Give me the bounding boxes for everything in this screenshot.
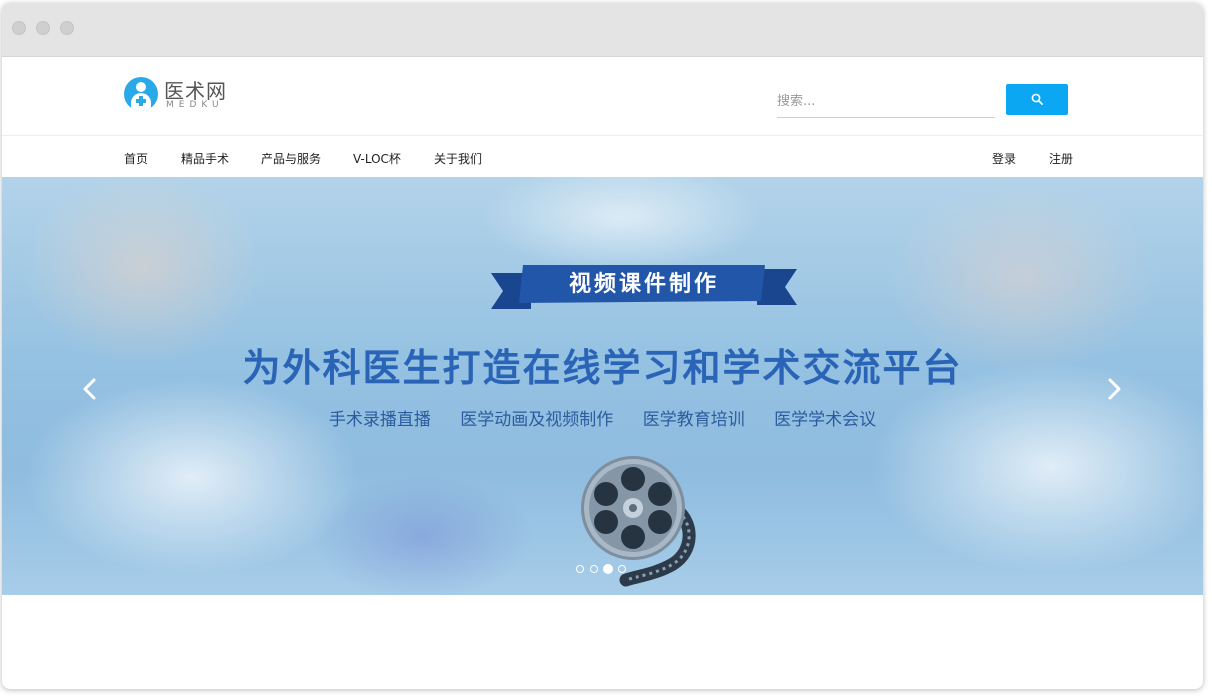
service-label: 手术录播直播: [328, 410, 431, 430]
carousel-indicators: [576, 564, 636, 575]
browser-window: 医术网 MEDKU 首页 精品手术 产品与服务 V-LOC杯 关于我们 登录 注…: [2, 3, 1203, 689]
search-button[interactable]: [1006, 84, 1068, 115]
search-input[interactable]: [777, 85, 995, 118]
banner-headline: 为外科医生打造在线学习和学术交流平台: [242, 346, 963, 390]
login-link[interactable]: 登录: [992, 150, 1016, 167]
service-label: 医学动画及视频制作: [460, 410, 614, 430]
service-label: 医学教育培训: [642, 410, 745, 430]
search-icon: [1031, 93, 1043, 105]
main-nav: 首页 精品手术 产品与服务 V-LOC杯 关于我们 登录 注册: [2, 136, 1203, 178]
window-close-button[interactable]: [12, 21, 26, 35]
logo-icon: [124, 77, 158, 111]
nav-item-home[interactable]: 首页: [124, 150, 148, 167]
window-titlebar: [2, 3, 1203, 57]
carousel-dot[interactable]: [618, 565, 626, 573]
ribbon-title: 视频课件制作: [568, 272, 719, 297]
window-minimize-button[interactable]: [36, 21, 50, 35]
nav-item-featured-surgery[interactable]: 精品手术: [181, 150, 229, 167]
logo-subtitle: MEDKU: [166, 100, 224, 110]
nav-item-products-services[interactable]: 产品与服务: [261, 150, 321, 167]
hero-banner: 视频课件制作 为外科医生打造在线学习和学术交流平台 手术录播直播 医学动画及视频…: [2, 177, 1203, 595]
chevron-left-icon[interactable]: [80, 377, 100, 401]
site-logo[interactable]: 医术网 MEDKU: [124, 75, 244, 115]
chevron-right-icon[interactable]: [1104, 377, 1124, 401]
banner-services: 手术录播直播 医学动画及视频制作 医学教育培训 医学学术会议: [2, 405, 1203, 430]
service-label: 医学学术会议: [774, 410, 877, 430]
register-link[interactable]: 注册: [1049, 150, 1073, 167]
carousel-dot[interactable]: [576, 565, 584, 573]
window-maximize-button[interactable]: [60, 21, 74, 35]
nav-item-vloc-cup[interactable]: V-LOC杯: [353, 150, 401, 167]
nav-item-about-us[interactable]: 关于我们: [434, 150, 482, 167]
carousel-dot[interactable]: [590, 565, 598, 573]
carousel-dot-active[interactable]: [603, 564, 613, 574]
site-header: 医术网 MEDKU: [2, 57, 1203, 136]
